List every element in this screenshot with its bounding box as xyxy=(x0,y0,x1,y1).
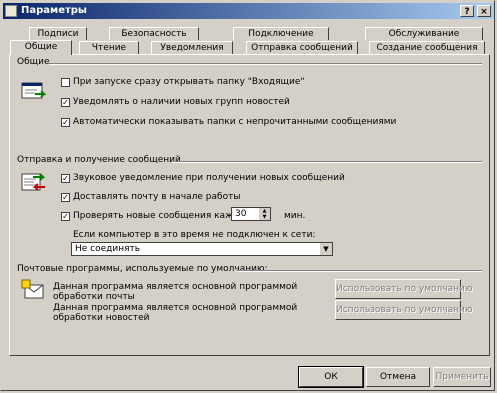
apply-button[interactable]: Применить xyxy=(433,367,491,387)
divider xyxy=(173,161,482,163)
news-use-default-button[interactable]: Использовать по умолчанию xyxy=(335,300,472,320)
open-inbox-checkbox[interactable] xyxy=(61,78,70,87)
tab-signatures[interactable]: Подписи xyxy=(29,27,87,40)
check-interval-stepper[interactable]: 30 ▲ ▼ xyxy=(231,207,271,221)
tab-connection[interactable]: Подключение xyxy=(233,27,329,40)
title-bar[interactable]: Параметры ? × xyxy=(3,3,494,19)
sound-notify-label[interactable]: Звуковое уведомление при получении новых… xyxy=(73,173,345,183)
tab-sending[interactable]: Отправка сообщений xyxy=(246,41,358,54)
group-title-general: Общие xyxy=(17,57,50,67)
tab-compose[interactable]: Создание сообщения xyxy=(369,41,485,54)
app-icon xyxy=(5,5,17,17)
options-dialog: Параметры ? × Подписи Безопасность Подкл… xyxy=(0,0,495,391)
notify-newsgroups-checkbox[interactable]: ✓ xyxy=(61,98,70,107)
notify-newsgroups-label[interactable]: Уведомлять о наличии новых групп новосте… xyxy=(73,97,290,107)
deliver-on-start-checkbox[interactable]: ✓ xyxy=(61,193,70,202)
offline-action-value: Не соединять xyxy=(75,244,141,254)
check-new-mail-checkbox[interactable]: ✓ xyxy=(61,212,70,221)
tab-maintenance[interactable]: Обслуживание xyxy=(365,27,483,40)
cancel-button[interactable]: Отмена xyxy=(366,367,430,387)
check-new-mail-label[interactable]: Проверять новые сообщения каждые xyxy=(73,211,252,221)
divider xyxy=(49,63,482,65)
news-default-text: Данная программа является основной прогр… xyxy=(53,303,298,323)
general-settings-icon xyxy=(21,82,47,99)
open-inbox-label[interactable]: При запуске сразу открывать папку "Входя… xyxy=(73,77,305,87)
group-title-sendrecv: Отправка и получение сообщений xyxy=(17,155,181,165)
sound-notify-checkbox[interactable]: ✓ xyxy=(61,174,70,183)
check-interval-unit: мин. xyxy=(284,211,306,221)
group-title-mailprograms: Почтовые программы, используемые по умол… xyxy=(17,264,268,274)
offline-action-select[interactable]: Не соединять ▼ xyxy=(71,242,333,256)
tab-security[interactable]: Безопасность xyxy=(109,27,199,40)
spin-down-icon[interactable]: ▼ xyxy=(259,214,270,220)
tab-general[interactable]: Общие xyxy=(10,40,72,55)
deliver-on-start-label[interactable]: Доставлять почту в начале работы xyxy=(73,192,240,202)
check-interval-value[interactable]: 30 xyxy=(235,209,246,219)
divider xyxy=(237,270,482,272)
offline-label: Если компьютер в это время не подключен … xyxy=(73,230,316,240)
chevron-down-icon[interactable]: ▼ xyxy=(320,243,332,255)
window-title: Параметры xyxy=(21,5,87,16)
mail-programs-icon xyxy=(21,279,44,299)
tab-reading[interactable]: Чтение xyxy=(79,41,139,54)
show-unread-folders-checkbox[interactable]: ✓ xyxy=(61,118,70,127)
ok-button[interactable]: ОК xyxy=(298,366,364,388)
help-button[interactable]: ? xyxy=(460,5,474,17)
mail-default-text: Данная программа является основной прогр… xyxy=(53,282,298,302)
close-button[interactable]: × xyxy=(477,5,491,17)
mail-use-default-button[interactable]: Использовать по умолчанию xyxy=(335,279,472,299)
tab-notifications[interactable]: Уведомления xyxy=(151,41,233,54)
show-unread-folders-label[interactable]: Автоматически показывать папки с непрочи… xyxy=(73,117,396,127)
send-receive-icon xyxy=(21,173,46,191)
